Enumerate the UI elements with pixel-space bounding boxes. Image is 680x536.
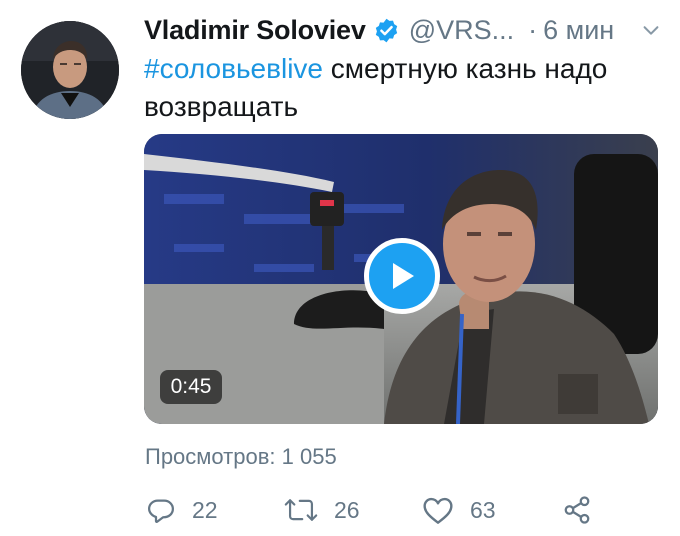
- verified-badge-icon: [375, 18, 397, 42]
- heart-icon: [423, 497, 453, 524]
- retweet-icon: [284, 499, 318, 521]
- video-duration-badge: 0:45: [160, 370, 222, 404]
- reply-count: 22: [192, 496, 218, 523]
- tweet-header: Vladimir Soloviev @VRS... · 6 мин: [144, 10, 662, 50]
- reply-button[interactable]: 22: [146, 490, 218, 530]
- chevron-down-icon[interactable]: [640, 19, 662, 41]
- reply-icon: [148, 499, 174, 524]
- video-player[interactable]: 0:45: [144, 134, 658, 424]
- play-button[interactable]: [364, 238, 440, 314]
- author-name[interactable]: Vladimir Soloviev: [144, 15, 366, 46]
- share-button[interactable]: [562, 490, 592, 530]
- tweet-timestamp[interactable]: 6 мин: [543, 15, 614, 46]
- avatar[interactable]: [21, 21, 119, 119]
- retweet-count: 26: [334, 496, 360, 523]
- tweet-actions: 22 26 63: [144, 490, 604, 530]
- retweet-button[interactable]: 26: [284, 490, 360, 530]
- tweet: Vladimir Soloviev @VRS... · 6 мин #солов…: [0, 0, 680, 536]
- view-count: Просмотров: 1 055: [145, 444, 337, 469]
- play-icon: [393, 263, 414, 289]
- like-count: 63: [470, 496, 496, 523]
- tweet-text: #соловьевlive смертную казнь надо возвра…: [144, 50, 644, 126]
- separator-dot: ·: [528, 14, 538, 45]
- like-button[interactable]: 63: [422, 490, 496, 530]
- hashtag-link[interactable]: #соловьевlive: [144, 53, 323, 84]
- author-handle[interactable]: @VRS...: [409, 15, 514, 46]
- share-icon: [564, 496, 590, 524]
